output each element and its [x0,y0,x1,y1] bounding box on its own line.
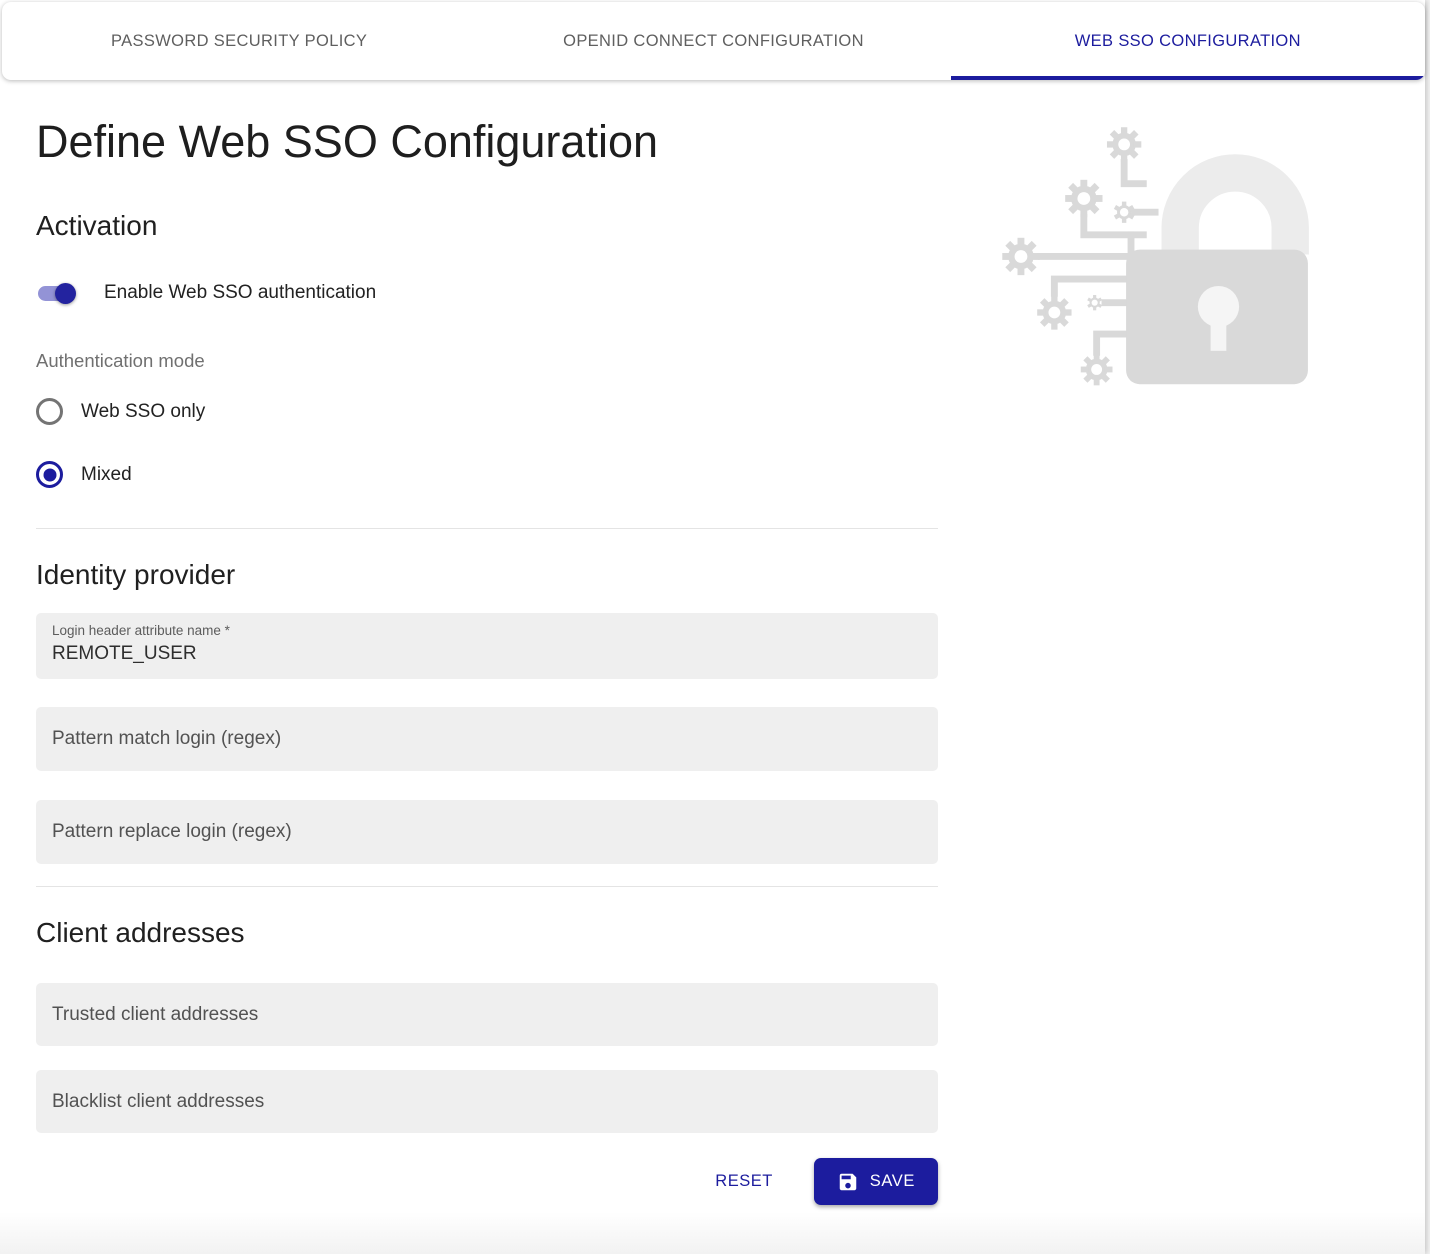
login-header-attribute-label: Login header attribute name * [52,623,922,638]
bottom-fade [0,1212,1425,1254]
toggle-thumb [55,283,76,304]
enable-web-sso-toggle-row: Enable Web SSO authentication [36,282,938,304]
blacklist-client-addresses-input[interactable] [52,1091,922,1113]
gear-icon [1002,238,1039,275]
lock-icon [993,112,1328,397]
form-actions: RESET SAVE [36,1158,938,1205]
radio-label: Web SSO only [81,401,205,423]
gear-icon [1087,295,1102,310]
gear-icon [1065,180,1102,217]
tab-bar: PASSWORD SECURITY POLICY OPENID CONNECT … [2,2,1425,80]
login-header-attribute-field[interactable]: Login header attribute name * [36,613,938,679]
radio-mixed[interactable]: Mixed [36,461,938,488]
radio-label: Mixed [81,464,132,486]
identity-provider-heading: Identity provider [36,559,938,591]
radio-button-icon[interactable] [36,398,63,425]
toggle-label: Enable Web SSO authentication [104,282,376,304]
radio-button-icon[interactable] [36,461,63,488]
tab-password-security-policy[interactable]: PASSWORD SECURITY POLICY [2,2,476,80]
authentication-mode-label: Authentication mode [36,350,938,372]
settings-page: PASSWORD SECURITY POLICY OPENID CONNECT … [0,0,1425,1254]
pattern-match-login-field[interactable] [36,707,938,771]
blacklist-client-addresses-field[interactable] [36,1070,938,1133]
web-sso-toggle[interactable] [38,286,74,301]
trusted-client-addresses-input[interactable] [52,1004,922,1026]
floppy-disk-icon [837,1171,859,1193]
tab-web-sso-configuration[interactable]: WEB SSO CONFIGURATION [951,2,1425,80]
save-button[interactable]: SAVE [814,1158,938,1205]
gear-icon [1037,295,1071,329]
save-button-label: SAVE [870,1172,915,1191]
pattern-replace-login-input[interactable] [52,821,922,843]
reset-button[interactable]: RESET [707,1162,781,1201]
pattern-match-login-input[interactable] [52,728,922,750]
activation-heading: Activation [36,210,938,242]
trusted-client-addresses-field[interactable] [36,983,938,1046]
radio-web-sso-only[interactable]: Web SSO only [36,398,938,425]
section-divider [36,886,938,887]
gear-icon [1081,354,1113,386]
lock-and-gears-illustration [993,112,1328,397]
gear-icon [1107,127,1141,161]
client-addresses-heading: Client addresses [36,917,938,949]
section-divider [36,528,938,529]
tab-openid-connect-configuration[interactable]: OPENID CONNECT CONFIGURATION [476,2,950,80]
page-title: Define Web SSO Configuration [36,116,938,168]
pattern-replace-login-field[interactable] [36,800,938,864]
login-header-attribute-input[interactable] [52,643,922,665]
